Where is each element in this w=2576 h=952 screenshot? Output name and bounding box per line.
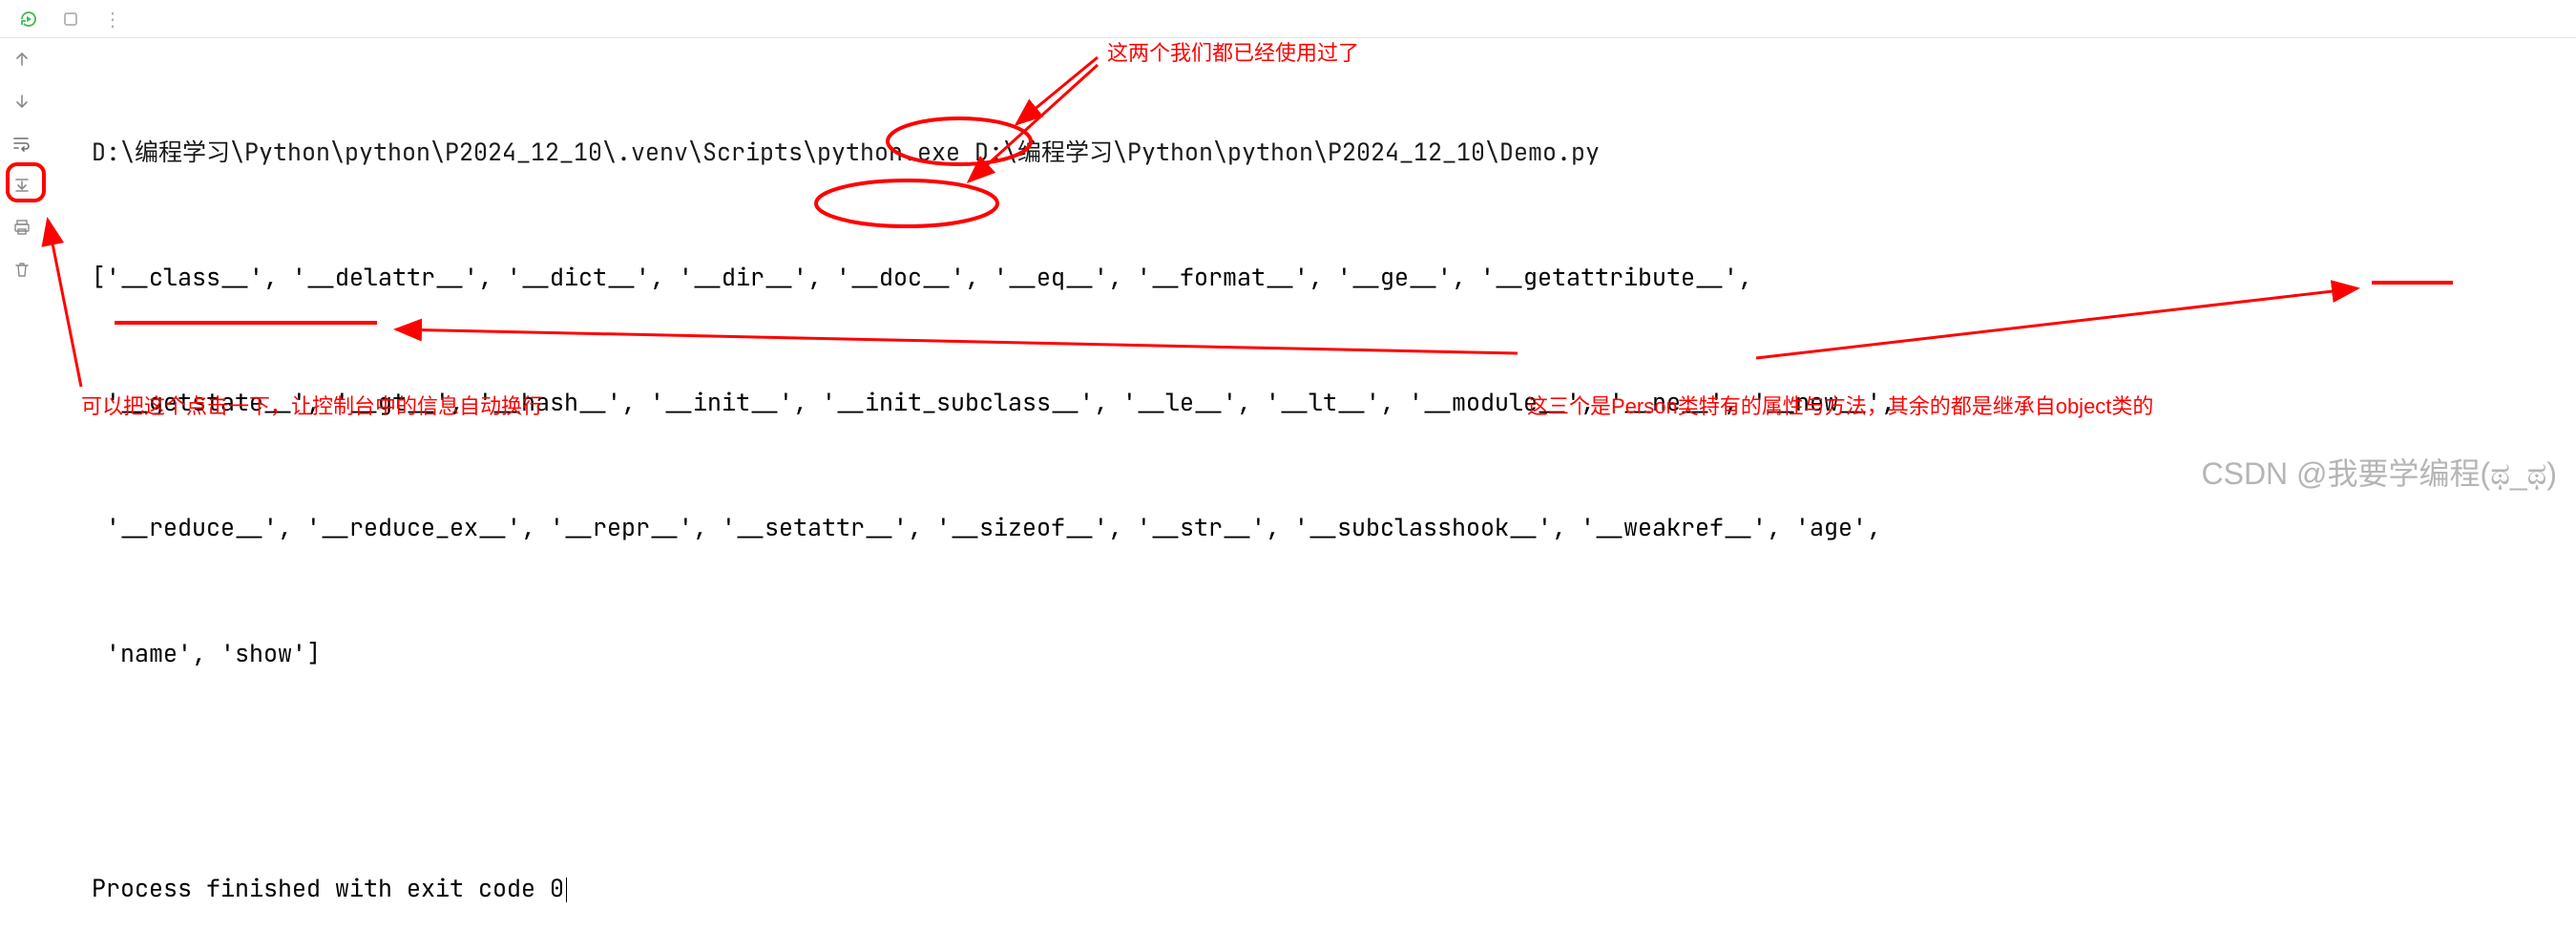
rerun-icon[interactable] bbox=[17, 8, 40, 31]
down-arrow-icon[interactable] bbox=[10, 90, 33, 113]
command-line: D:\编程学习\Python\python\P2024_12_10\.venv\… bbox=[92, 132, 2557, 174]
print-icon[interactable] bbox=[10, 216, 33, 239]
scroll-to-end-icon[interactable] bbox=[10, 174, 33, 197]
output-line-1: '__getstate__', '__gt__', '__hash__', '_… bbox=[92, 382, 2557, 424]
delete-icon[interactable] bbox=[10, 258, 33, 281]
text-cursor bbox=[566, 878, 567, 902]
exit-message: Process finished with exit code 0 bbox=[92, 868, 2557, 910]
run-toolbar: ⋮ bbox=[0, 0, 2576, 38]
output-line-3: 'name', 'show'] bbox=[92, 633, 2557, 675]
output-line-2: '__reduce__', '__reduce_ex__', '__repr__… bbox=[92, 507, 2557, 549]
console-output: D:\编程学习\Python\python\P2024_12_10\.venv\… bbox=[92, 48, 2557, 952]
stop-icon[interactable] bbox=[59, 8, 82, 31]
soft-wrap-icon[interactable] bbox=[10, 132, 33, 155]
output-line-0: ['__class__', '__delattr__', '__dict__',… bbox=[92, 257, 2557, 299]
console-sidebar bbox=[0, 38, 44, 499]
up-arrow-icon[interactable] bbox=[10, 48, 33, 71]
more-icon[interactable]: ⋮ bbox=[101, 8, 124, 31]
